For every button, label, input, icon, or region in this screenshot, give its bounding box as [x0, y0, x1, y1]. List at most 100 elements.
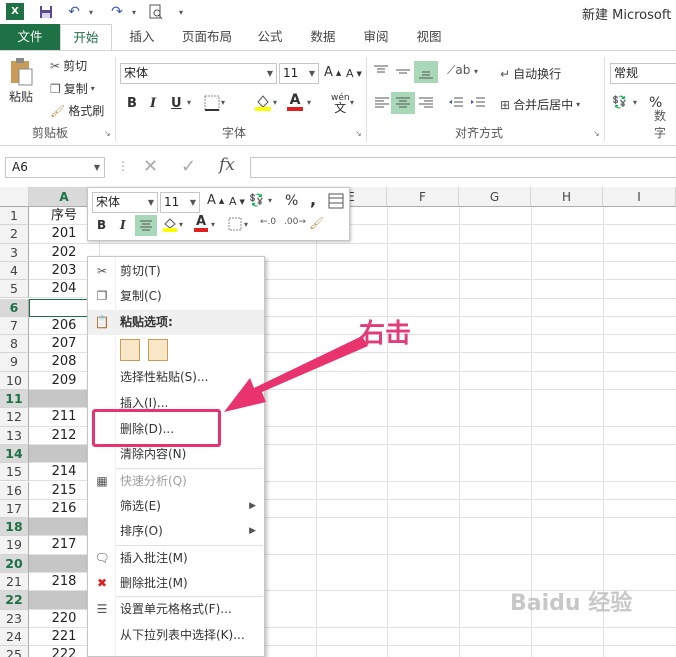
- column-header-f[interactable]: F: [387, 187, 459, 207]
- copy-dropdown-icon[interactable]: ▾: [91, 84, 95, 93]
- fill-color-dropdown-icon[interactable]: ▾: [273, 98, 277, 107]
- mini-font-size-combo[interactable]: 11 ▼: [160, 192, 200, 213]
- row-header[interactable]: 18: [0, 518, 29, 537]
- row-header[interactable]: 22: [0, 591, 29, 610]
- mini-fill-dropdown-icon[interactable]: ▾: [179, 220, 183, 229]
- column-header-h[interactable]: H: [531, 187, 603, 207]
- row-header[interactable]: 5: [0, 280, 29, 299]
- mini-borders-icon[interactable]: [228, 217, 242, 231]
- mini-bold-button[interactable]: B: [97, 218, 106, 232]
- row-header[interactable]: 15: [0, 463, 29, 482]
- merge-center-button[interactable]: ⊞ 合并后居中 ▾: [500, 96, 580, 113]
- paste-values-icon[interactable]: [148, 339, 168, 361]
- increase-font-icon[interactable]: A ▲: [324, 65, 341, 80]
- currency-dropdown-icon[interactable]: ▾: [633, 98, 637, 107]
- fill-color-icon[interactable]: [254, 93, 272, 111]
- tab-file[interactable]: 文件: [0, 24, 60, 50]
- font-size-combo[interactable]: 11 ▼: [279, 63, 319, 84]
- mini-increase-decimal-icon[interactable]: ←.0: [260, 217, 276, 227]
- underline-dropdown-icon[interactable]: ▾: [187, 98, 191, 107]
- row-header[interactable]: 12: [0, 408, 29, 427]
- borders-icon[interactable]: [204, 95, 220, 111]
- customize-quick-access-icon[interactable]: ▾: [172, 3, 190, 21]
- row-header[interactable]: 7: [0, 316, 29, 336]
- font-color-icon[interactable]: A: [287, 93, 303, 111]
- context-menu-item[interactable]: 从下拉列表中选择(K)...: [88, 623, 264, 648]
- mini-fill-color-icon[interactable]: [162, 216, 178, 232]
- cut-button[interactable]: ✂ 剪切: [50, 57, 87, 74]
- formula-input[interactable]: [250, 157, 676, 178]
- row-header[interactable]: 16: [0, 481, 29, 500]
- mini-decrease-decimal-icon[interactable]: .00→: [284, 217, 306, 227]
- orientation-dropdown-icon[interactable]: ▾: [474, 67, 478, 76]
- splitter-handle-icon[interactable]: ⋮: [117, 159, 129, 173]
- print-preview-icon[interactable]: [147, 3, 165, 21]
- name-box[interactable]: A6 ▼: [5, 157, 105, 178]
- row-header[interactable]: 13: [0, 426, 29, 445]
- italic-button[interactable]: I: [150, 96, 156, 111]
- bold-button[interactable]: B: [127, 96, 137, 111]
- row-header[interactable]: 8: [0, 335, 29, 354]
- format-painter-button[interactable]: 🖌 格式刷: [50, 102, 104, 119]
- orientation-icon[interactable]: ⟋ab: [447, 63, 470, 78]
- decrease-indent-icon[interactable]: [448, 97, 464, 109]
- phonetic-dropdown-icon[interactable]: ▾: [350, 98, 354, 107]
- column-header-i[interactable]: I: [603, 187, 676, 207]
- font-color-dropdown-icon[interactable]: ▾: [307, 98, 311, 107]
- paste-clipboard-icon[interactable]: [120, 339, 140, 361]
- align-top-icon[interactable]: [373, 65, 389, 79]
- align-bottom-icon[interactable]: [414, 61, 438, 83]
- decrease-font-icon[interactable]: A ▼: [346, 67, 362, 80]
- row-header[interactable]: 23: [0, 609, 29, 628]
- mini-borders-dropdown-icon[interactable]: ▾: [244, 220, 248, 229]
- mini-font-name-combo[interactable]: 宋体 ▼: [92, 192, 158, 213]
- context-menu-item[interactable]: 筛选(E) ▶: [88, 494, 264, 519]
- paste-button[interactable]: 粘贴: [8, 57, 34, 105]
- context-menu-item[interactable]: ☰ 设置单元格格式(F)...: [88, 597, 264, 622]
- row-header[interactable]: 3: [0, 243, 29, 262]
- number-format-combo[interactable]: 常规: [610, 63, 676, 84]
- row-header[interactable]: 17: [0, 499, 29, 519]
- clipboard-launcher-icon[interactable]: ↘: [104, 129, 111, 138]
- align-center-icon[interactable]: [391, 92, 415, 114]
- row-header[interactable]: 6: [0, 298, 29, 317]
- mini-comma-button[interactable]: ,: [310, 190, 316, 209]
- currency-icon[interactable]: 💱: [612, 95, 627, 109]
- alignment-launcher-icon[interactable]: ↘: [593, 129, 600, 138]
- row-header[interactable]: 10: [0, 371, 29, 390]
- tab-view[interactable]: 视图: [409, 24, 449, 50]
- enter-icon[interactable]: ✓: [181, 156, 196, 177]
- align-right-icon[interactable]: [418, 97, 434, 109]
- increase-indent-icon[interactable]: [470, 97, 486, 109]
- context-menu-item[interactable]: 排序(O) ▶: [88, 519, 264, 544]
- column-header-g[interactable]: G: [459, 187, 531, 207]
- mini-format-table-icon[interactable]: [328, 193, 344, 209]
- row-header[interactable]: 19: [0, 536, 29, 555]
- redo-dropdown-icon[interactable]: ▾: [125, 3, 143, 21]
- mini-percent-button[interactable]: %: [285, 193, 298, 209]
- tab-data[interactable]: 数据: [303, 24, 343, 50]
- row-header[interactable]: 21: [0, 573, 29, 592]
- mini-decrease-font-icon[interactable]: A ▼: [229, 195, 245, 208]
- font-name-combo[interactable]: 宋体 ▼: [120, 63, 277, 84]
- underline-button[interactable]: U: [171, 96, 182, 111]
- row-header[interactable]: 1: [0, 207, 29, 226]
- tab-insert[interactable]: 插入: [120, 24, 164, 50]
- row-header[interactable]: 4: [0, 261, 29, 281]
- context-menu-item[interactable]: 🗨 插入批注(M): [88, 546, 264, 571]
- redo-icon[interactable]: ↷: [108, 3, 126, 21]
- mini-align-center-icon[interactable]: [135, 215, 157, 236]
- wrap-text-button[interactable]: ↵ 自动换行: [500, 65, 561, 82]
- tab-review[interactable]: 审阅: [356, 24, 396, 50]
- row-header[interactable]: 24: [0, 627, 29, 647]
- row-header[interactable]: 9: [0, 353, 29, 372]
- tab-formulas[interactable]: 公式: [250, 24, 290, 50]
- align-middle-icon[interactable]: [395, 65, 411, 79]
- phonetic-button[interactable]: wén 文: [331, 93, 350, 114]
- row-header[interactable]: 11: [0, 390, 29, 409]
- undo-icon[interactable]: ↶: [65, 3, 83, 21]
- align-left-icon[interactable]: [374, 97, 390, 109]
- row-header[interactable]: 14: [0, 444, 29, 464]
- context-menu-item[interactable]: ✖ 删除批注(M): [88, 571, 264, 596]
- mini-format-painter-icon[interactable]: 🖌: [309, 216, 324, 230]
